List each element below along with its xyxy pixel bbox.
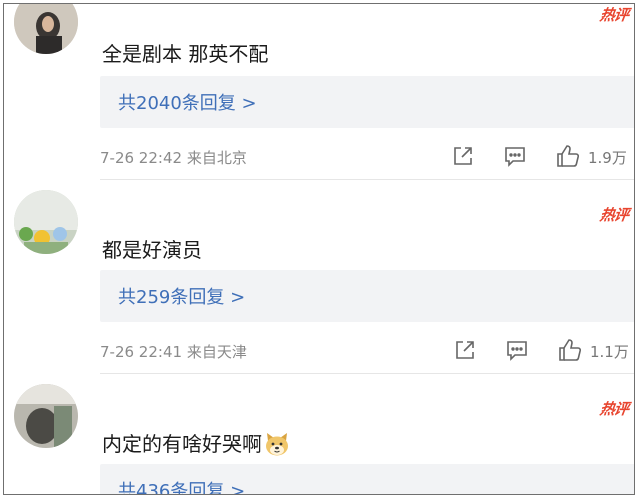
hot-comment-badge: 热评 xyxy=(598,6,630,24)
comment-time: 7-26 22:42 xyxy=(100,149,183,167)
comment-text: 全是剧本 那英不配 xyxy=(102,42,269,66)
comment-location: 来自天津 xyxy=(186,343,247,361)
hot-comment-badge: 热评 xyxy=(598,400,630,418)
hot-comment-badge: 热评 xyxy=(598,206,630,224)
comment-list: 热评 全是剧本 那英不配 共2040条回复 > 7-26 22:42 来自北京 … xyxy=(3,3,635,495)
doge-emoji-icon xyxy=(264,432,290,456)
divider xyxy=(100,179,634,180)
avatar[interactable] xyxy=(14,384,78,448)
share-icon[interactable] xyxy=(452,145,474,167)
comment-icon[interactable] xyxy=(506,339,528,361)
view-replies-link[interactable]: 共2040条回复 > xyxy=(118,89,257,115)
thumbs-up-icon[interactable] xyxy=(556,144,580,167)
avatar[interactable] xyxy=(14,190,78,254)
reply-box[interactable]: 共2040条回复 > xyxy=(100,76,634,128)
avatar[interactable] xyxy=(14,4,78,54)
divider xyxy=(100,373,634,374)
comment-text-content: 内定的有啥好哭啊 xyxy=(102,432,262,456)
share-icon[interactable] xyxy=(454,339,476,361)
comment-text: 都是好演员 xyxy=(102,238,202,262)
comment-meta: 7-26 22:41 来自天津 xyxy=(100,341,247,362)
reply-box[interactable]: 共259条回复 > xyxy=(100,270,634,322)
comment-icon[interactable] xyxy=(504,145,526,167)
comment-meta: 7-26 22:42 来自北京 xyxy=(100,147,247,168)
comment-time: 7-26 22:41 xyxy=(100,343,183,361)
like-count: 1.1万 xyxy=(590,343,629,361)
comment-location: 来自北京 xyxy=(186,149,247,167)
view-replies-link[interactable]: 共259条回复 > xyxy=(118,283,245,309)
reply-box[interactable]: 共436条回复 > xyxy=(100,464,634,494)
view-replies-link[interactable]: 共436条回复 > xyxy=(118,477,245,494)
comment-text: 内定的有啥好哭啊 xyxy=(102,428,290,457)
like-count: 1.9万 xyxy=(588,149,627,167)
thumbs-up-icon[interactable] xyxy=(558,338,582,361)
